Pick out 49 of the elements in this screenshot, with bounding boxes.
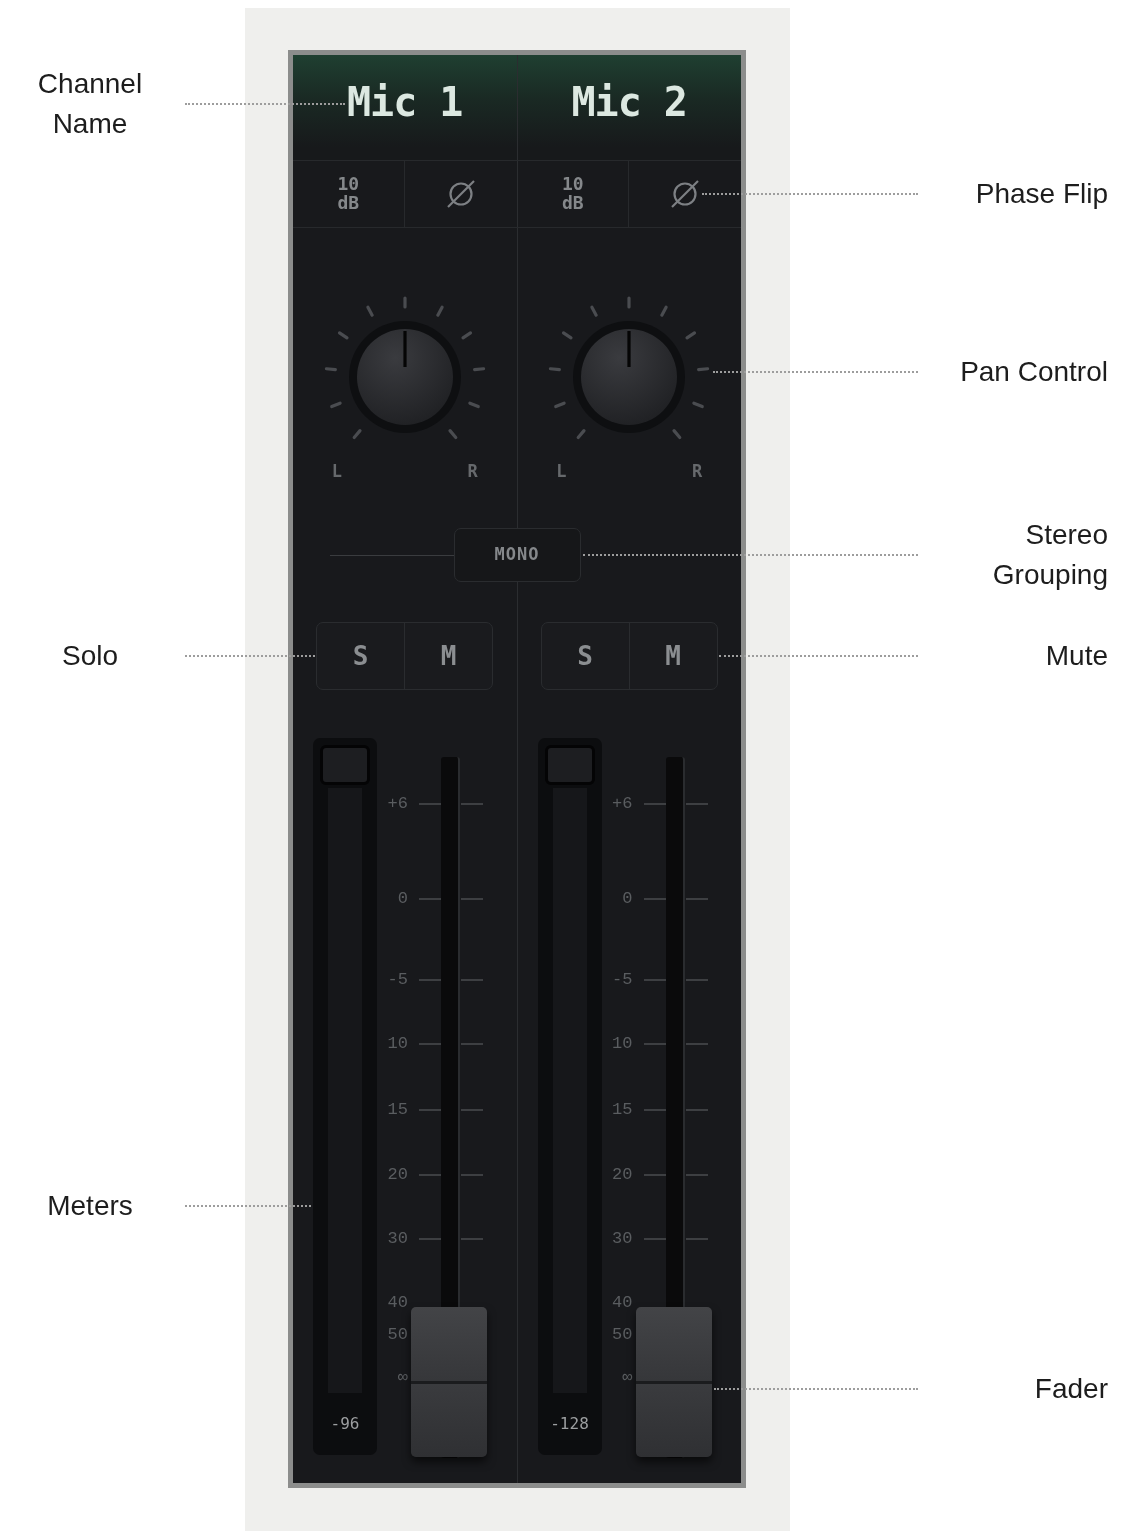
callout-label: Channel Name	[36, 66, 144, 141]
scale-label: -5	[387, 970, 408, 990]
scale-label: 10	[387, 1034, 408, 1054]
scale-label: 50	[612, 1325, 633, 1345]
pan-right-label: R	[467, 461, 478, 481]
callout-label: Fader	[1033, 1372, 1108, 1407]
fader-cap[interactable]	[411, 1306, 487, 1457]
phase-icon	[670, 179, 701, 209]
callout-label: Phase Flip	[974, 177, 1108, 211]
pan-left-label: L	[331, 461, 342, 481]
mute-button[interactable]: M	[405, 623, 492, 689]
mute-button[interactable]: M	[629, 623, 717, 689]
scale-label: 30	[387, 1229, 408, 1249]
scale-label: ∞	[622, 1368, 633, 1388]
scale-label: 10	[612, 1034, 633, 1054]
scale-label: 40	[387, 1293, 408, 1313]
solo-button[interactable]: S	[541, 623, 630, 689]
scale-label: 50	[387, 1325, 408, 1345]
mono-button[interactable]: MONO	[453, 528, 581, 582]
scale-label: 20	[612, 1165, 633, 1185]
meter-reading: -96	[329, 1413, 361, 1435]
channel-name: Mic 2	[571, 81, 687, 122]
scale-label: 40	[612, 1293, 633, 1313]
pad-button[interactable]: 10 dB	[293, 161, 405, 227]
callout-label: Pan Control	[959, 355, 1108, 390]
scale-label: +6	[612, 794, 633, 814]
callout-label: Mute	[1044, 639, 1108, 673]
scale-label: +6	[387, 794, 408, 814]
callout-label: Stereo Grouping	[991, 518, 1108, 592]
fader-cap[interactable]	[635, 1306, 712, 1457]
callout-label: Meters	[46, 1189, 134, 1224]
clip-indicator	[544, 745, 595, 785]
channel-name: Mic 1	[347, 81, 463, 122]
scale-label: ∞	[397, 1368, 408, 1388]
scale-label: 30	[612, 1229, 633, 1249]
scale-label: 15	[612, 1100, 633, 1120]
scale-label: 0	[397, 889, 408, 909]
phase-icon	[445, 179, 476, 209]
solo-button[interactable]: S	[317, 623, 405, 689]
scale-label: -5	[612, 970, 633, 990]
callout-label: Solo	[60, 639, 119, 673]
pan-right-label: R	[692, 461, 703, 481]
scale-label: 15	[387, 1100, 408, 1120]
pad-button[interactable]: 10 dB	[517, 161, 630, 227]
pan-left-label: L	[556, 461, 567, 481]
scale-label: 0	[622, 889, 633, 909]
scale-label: 20	[387, 1165, 408, 1185]
meter-reading: -128	[549, 1413, 590, 1435]
clip-indicator	[320, 745, 370, 785]
